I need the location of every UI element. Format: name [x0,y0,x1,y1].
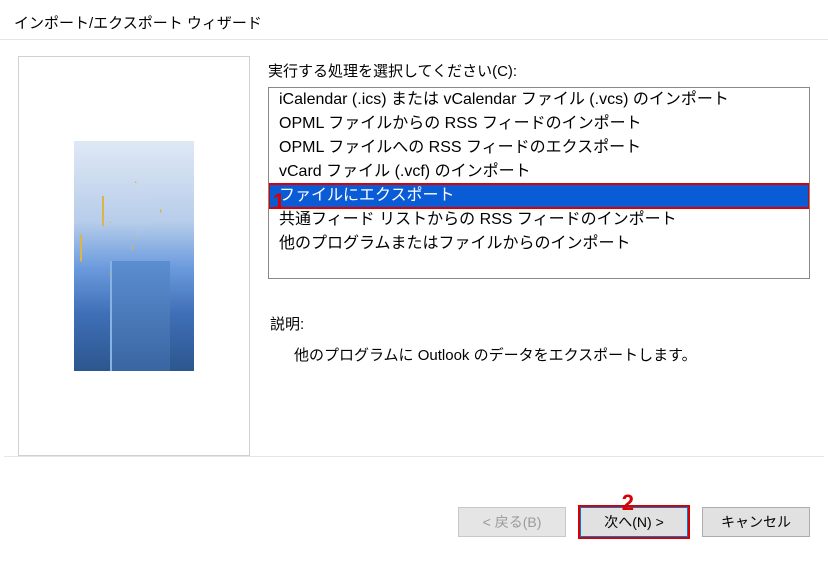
annotation-1: 1 [273,189,285,215]
list-item[interactable]: iCalendar (.ics) または vCalendar ファイル (.vc… [269,88,809,112]
next-button[interactable]: 2 次へ(N) > [580,507,688,537]
cancel-button[interactable]: キャンセル [702,507,810,537]
next-button-label: 次へ(N) > [604,512,664,532]
window-title: インポート/エクスポート ウィザード [0,0,828,39]
graphic-block [110,261,170,371]
wizard-graphic [74,141,194,371]
list-item[interactable]: 他のプログラムまたはファイルからのインポート [269,232,809,256]
button-row: < 戻る(B) 2 次へ(N) > キャンセル [0,491,828,555]
annotation-2: 2 [622,490,634,516]
list-item[interactable]: OPML ファイルからの RSS フィードのインポート [269,112,809,136]
description-text: 他のプログラムに Outlook のデータをエクスポートします。 [294,344,810,365]
instruction-label: 実行する処理を選択してください(C): [268,60,810,81]
right-panel: 実行する処理を選択してください(C): iCalendar (.ics) または… [268,56,810,456]
description-label: 説明: [270,313,810,334]
divider-bottom [4,456,824,457]
wizard-graphic-panel [18,56,250,456]
list-item[interactable]: 共通フィード リストからの RSS フィードのインポート [269,208,809,232]
action-listbox[interactable]: iCalendar (.ics) または vCalendar ファイル (.vc… [268,87,810,279]
main-area: 実行する処理を選択してください(C): iCalendar (.ics) または… [0,40,828,456]
list-item[interactable]: vCard ファイル (.vcf) のインポート [269,160,809,184]
back-button: < 戻る(B) [458,507,566,537]
list-item[interactable]: OPML ファイルへの RSS フィードのエクスポート [269,136,809,160]
list-item-export-file[interactable]: ファイルにエクスポート [269,184,809,208]
